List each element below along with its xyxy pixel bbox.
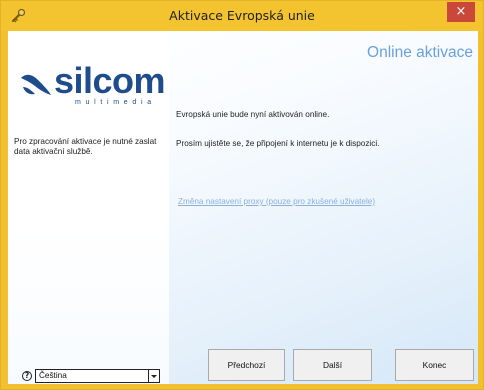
chevron-down-icon[interactable] <box>148 369 160 383</box>
previous-button[interactable]: Předchozí <box>208 349 285 381</box>
activation-message: Evropská unie bude nyní aktivován online… <box>176 110 330 119</box>
logo-wordmark: silcom <box>54 60 166 101</box>
internet-message: Prosím ujistěte se, že připojení k inter… <box>176 139 380 148</box>
next-button[interactable]: Další <box>293 349 372 381</box>
client-area: silcom multimedia Pro zpracování aktivac… <box>8 31 478 384</box>
sidebar: silcom multimedia Pro zpracování aktivac… <box>8 31 169 384</box>
page-heading: Online aktivace <box>367 44 473 61</box>
logo-subtitle: multimedia <box>75 99 156 106</box>
language-value: Čeština <box>39 371 67 380</box>
sidebar-info-text: Pro zpracování aktivace je nutné zaslat … <box>14 137 157 156</box>
silcom-logo: silcom multimedia <box>18 61 168 115</box>
swoosh-icon <box>21 74 51 95</box>
finish-button[interactable]: Konec <box>395 349 474 381</box>
help-icon[interactable]: ? <box>22 371 32 381</box>
window-title: Aktivace Evropská unie <box>169 8 315 23</box>
title-bar[interactable]: Aktivace Evropská unie × <box>1 1 483 31</box>
language-select[interactable]: Čeština <box>35 369 160 383</box>
close-button[interactable]: × <box>447 2 475 22</box>
proxy-settings-link[interactable]: Změna nastavení proxy (pouze pro zkušené… <box>178 197 375 206</box>
activation-window: Aktivace Evropská unie × silcom multimed… <box>0 0 484 390</box>
